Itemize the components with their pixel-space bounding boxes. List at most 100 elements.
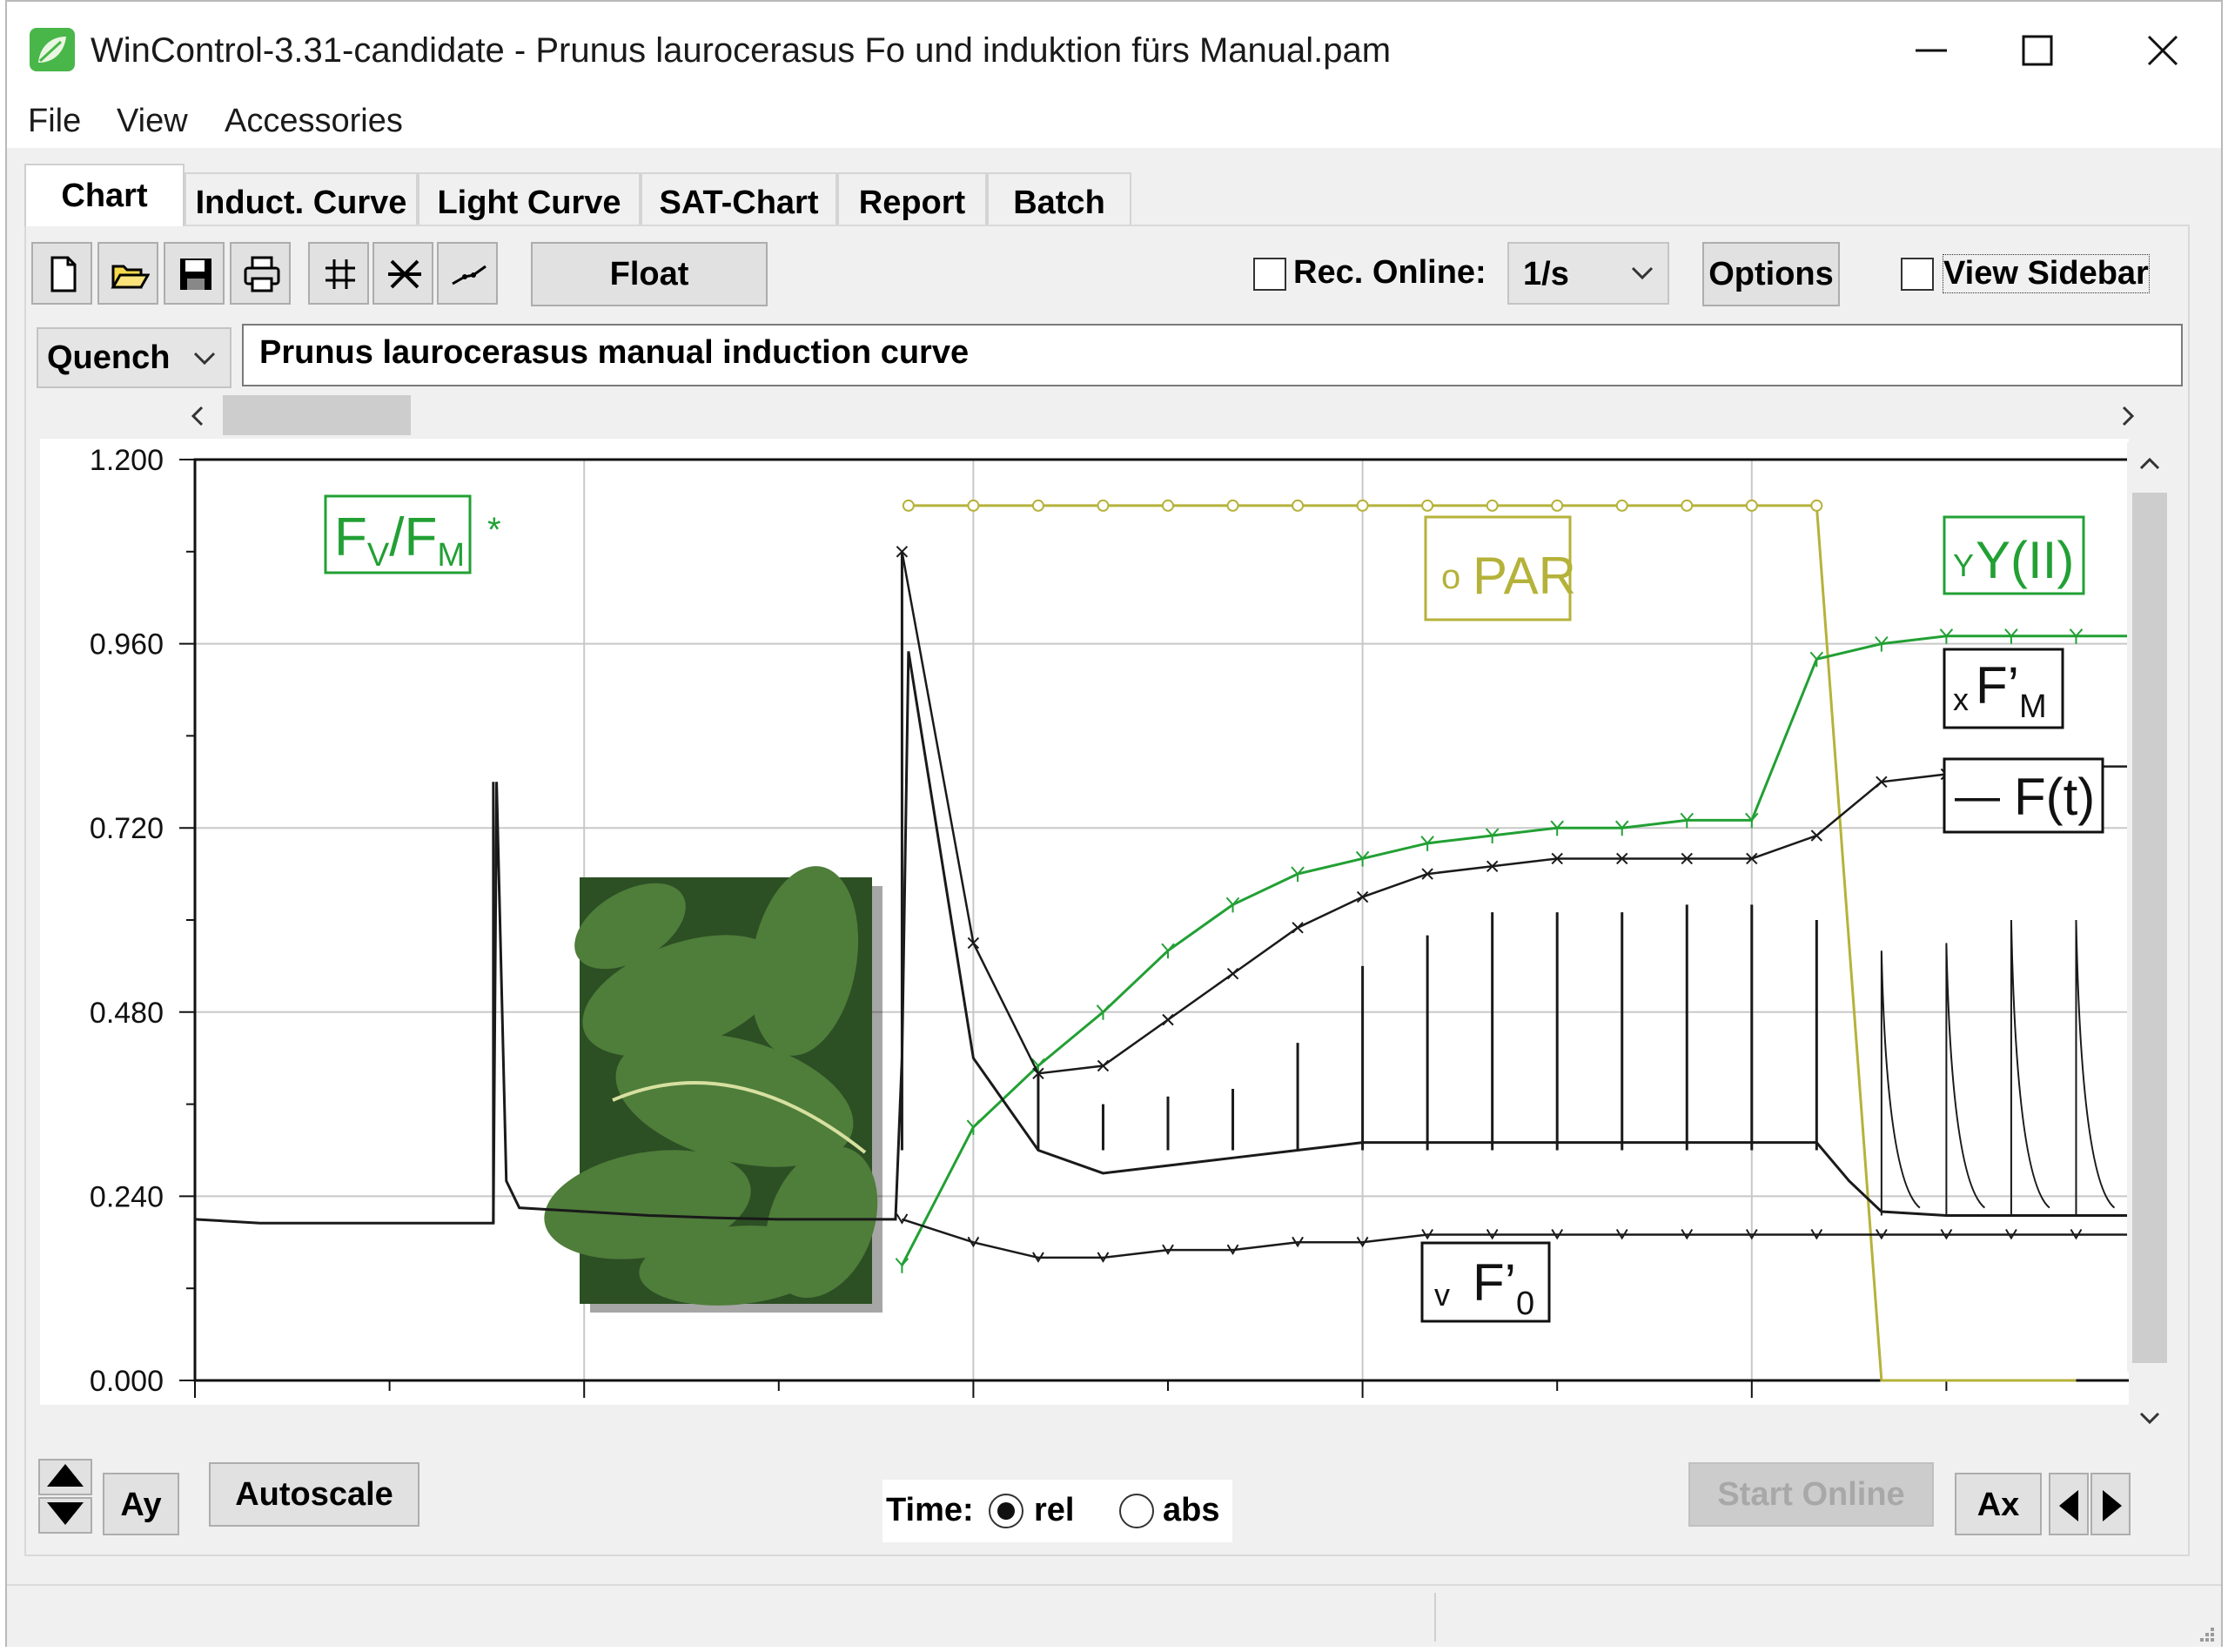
par-marker bbox=[1681, 499, 1694, 512]
grid-button[interactable] bbox=[308, 242, 369, 305]
par-marker bbox=[1162, 499, 1174, 512]
par-marker bbox=[1031, 499, 1044, 512]
menu-view[interactable]: View bbox=[117, 103, 188, 140]
plot-frame bbox=[193, 458, 2143, 1382]
rate-value: 1/s bbox=[1523, 256, 1569, 292]
time-label: Time: bbox=[886, 1492, 974, 1528]
start-online-button[interactable]: Start Online bbox=[1688, 1462, 1934, 1527]
par-legend-marker: o bbox=[1441, 558, 1460, 596]
ft-decay bbox=[1880, 950, 1921, 1216]
y-up-button[interactable] bbox=[38, 1459, 92, 1495]
rate-select[interactable]: 1/s bbox=[1507, 242, 1669, 305]
ft-decay bbox=[1945, 943, 1986, 1216]
ft-decay bbox=[2075, 919, 2116, 1216]
autoscale-button[interactable]: Autoscale bbox=[209, 1462, 419, 1527]
triangle-up-icon bbox=[47, 1464, 84, 1487]
line-button[interactable] bbox=[437, 242, 498, 305]
yield-line bbox=[901, 635, 2141, 1266]
y-down-button[interactable] bbox=[38, 1497, 92, 1534]
y-tick-label: 1.200 bbox=[90, 444, 164, 477]
time-rel-label: rel bbox=[1034, 1492, 1075, 1528]
par-marker bbox=[1486, 499, 1499, 512]
vertical-scrollbar[interactable] bbox=[2127, 442, 2172, 1425]
vertical-scroll-thumb[interactable] bbox=[2132, 493, 2167, 1363]
print-button[interactable] bbox=[230, 242, 291, 305]
ft-legend-marker: — bbox=[1955, 771, 2000, 822]
par-marker bbox=[1226, 499, 1239, 512]
save-button[interactable] bbox=[164, 242, 225, 305]
grid-icon bbox=[325, 259, 355, 289]
menu-accessories[interactable]: Accessories bbox=[225, 103, 403, 140]
tab-chart[interactable]: Chart bbox=[24, 164, 185, 226]
horizontal-scrollbar[interactable] bbox=[179, 395, 2146, 435]
time-mode-group: Time: rel abs bbox=[882, 1480, 1232, 1542]
par-marker bbox=[1745, 499, 1758, 512]
scroll-down-icon[interactable] bbox=[2139, 1407, 2160, 1427]
scroll-right-icon[interactable] bbox=[2117, 406, 2137, 426]
tab-report[interactable]: Report bbox=[837, 172, 987, 225]
time-abs-radio[interactable] bbox=[1119, 1494, 1154, 1528]
app-leaf-icon bbox=[30, 28, 75, 71]
par-marker bbox=[1292, 499, 1305, 512]
minimize-button[interactable] bbox=[1892, 19, 1970, 82]
y-tick-label: 0.480 bbox=[90, 997, 164, 1030]
maximize-button[interactable] bbox=[1998, 19, 2077, 82]
resize-grip-icon[interactable] bbox=[2193, 1621, 2216, 1643]
par-marker bbox=[1356, 499, 1369, 512]
scroll-left-icon[interactable] bbox=[188, 406, 209, 426]
ft-trace bbox=[194, 651, 2141, 1225]
y-tick-label: 0.000 bbox=[90, 1365, 164, 1398]
yield-marker bbox=[1809, 651, 1824, 668]
open-file-button[interactable] bbox=[97, 242, 158, 305]
tab-batch[interactable]: Batch bbox=[987, 172, 1131, 225]
fm-legend-marker: x bbox=[1953, 682, 1969, 717]
chart-title-input[interactable]: Prunus laurocerasus manual induction cur… bbox=[242, 324, 2183, 386]
yield-marker bbox=[1225, 897, 1240, 913]
tab-induct-curve[interactable]: Induct. Curve bbox=[185, 172, 418, 225]
float-button[interactable]: Float bbox=[531, 242, 768, 306]
horizontal-scroll-thumb[interactable] bbox=[223, 395, 411, 435]
mode-select[interactable]: Quench bbox=[37, 327, 232, 388]
tab-sat-chart[interactable]: SAT-Chart bbox=[641, 172, 837, 225]
new-file-button[interactable] bbox=[31, 242, 92, 305]
time-abs-label: abs bbox=[1163, 1492, 1220, 1528]
par-legend-label: PAR bbox=[1473, 547, 1576, 605]
par-marker bbox=[1097, 499, 1110, 512]
window-title: WinControl-3.31-candidate - Prunus lauro… bbox=[91, 31, 1392, 70]
cursor-button[interactable] bbox=[372, 242, 433, 305]
yield-marker bbox=[895, 1258, 909, 1273]
triangle-left-icon bbox=[2059, 1490, 2078, 1521]
ft-decay bbox=[2010, 919, 2050, 1216]
time-rel-radio[interactable] bbox=[989, 1494, 1023, 1528]
triangle-right-icon bbox=[2103, 1490, 2122, 1521]
cursor-cross-icon bbox=[388, 259, 421, 289]
x-right-button[interactable] bbox=[2090, 1473, 2131, 1535]
chart-panel: Float Rec. Online: 1/s Options View Side… bbox=[24, 225, 2190, 1556]
par-marker bbox=[1615, 499, 1628, 512]
ax-button[interactable]: Ax bbox=[1955, 1473, 2042, 1535]
line-icon bbox=[452, 265, 487, 285]
view-sidebar-checkbox[interactable] bbox=[1901, 258, 1934, 291]
mode-value: Quench bbox=[47, 339, 171, 376]
yield-legend-label: Y(II) bbox=[1976, 531, 2074, 589]
chart-svg: 00:0002:0004:0006:0008:0010:001.2000.960… bbox=[90, 444, 2148, 1448]
y-tick-label: 0.720 bbox=[90, 812, 164, 845]
status-separator bbox=[1434, 1593, 1436, 1642]
scroll-up-icon[interactable] bbox=[2139, 454, 2160, 475]
rec-online-checkbox[interactable] bbox=[1253, 258, 1286, 291]
tab-light-curve[interactable]: Light Curve bbox=[418, 172, 641, 225]
triangle-down-icon bbox=[47, 1502, 84, 1525]
f0-legend-marker: v bbox=[1434, 1277, 1450, 1313]
fm-marker bbox=[1226, 968, 1239, 980]
fm-marker bbox=[1810, 829, 1823, 842]
save-disk-icon bbox=[180, 259, 211, 290]
open-folder-icon bbox=[111, 265, 150, 289]
fvfm-marker: * bbox=[487, 511, 501, 549]
ay-button[interactable]: Ay bbox=[103, 1473, 179, 1535]
par-marker bbox=[1421, 499, 1434, 512]
view-sidebar-label: View Sidebar bbox=[1943, 254, 2150, 293]
close-button[interactable] bbox=[2124, 19, 2202, 82]
options-button[interactable]: Options bbox=[1702, 242, 1840, 306]
x-left-button[interactable] bbox=[2049, 1473, 2089, 1535]
menu-file[interactable]: File bbox=[28, 103, 81, 140]
